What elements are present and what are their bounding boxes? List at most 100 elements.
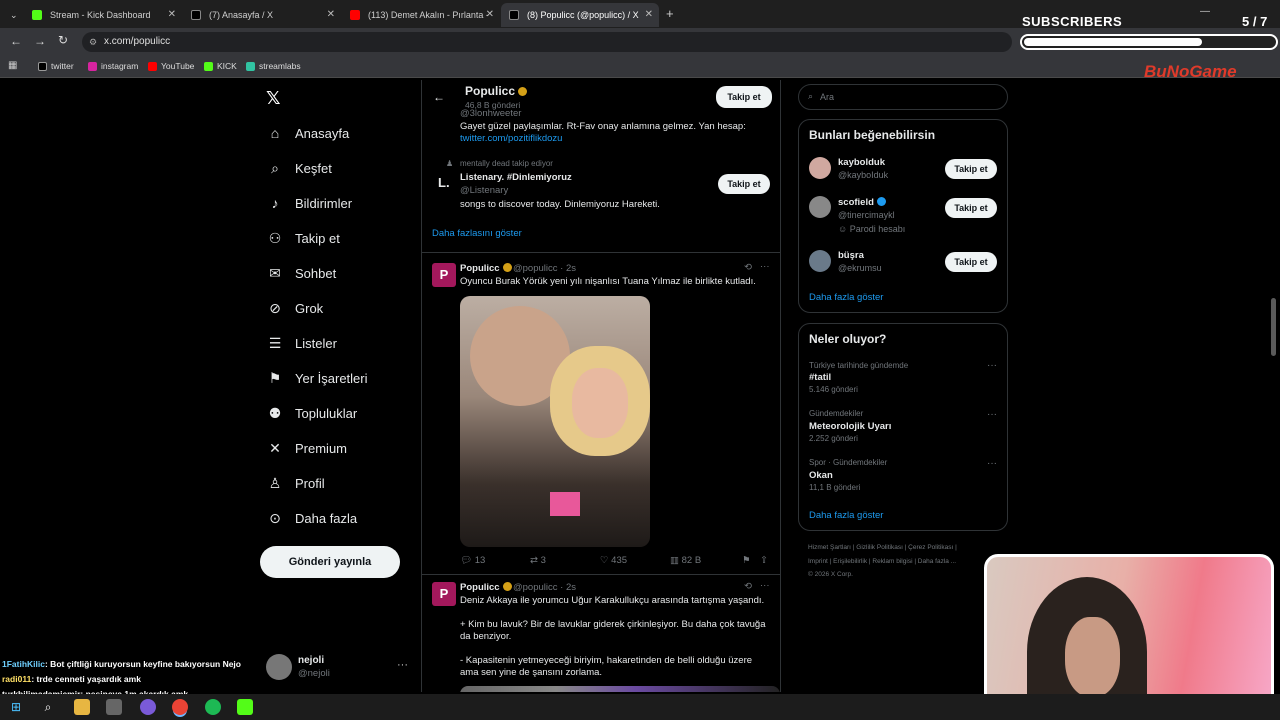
more-icon[interactable]: ··· (987, 360, 997, 371)
suggest-name[interactable]: kaybolduk (838, 157, 885, 168)
suggest-name[interactable]: scofield (838, 197, 886, 208)
bell-icon: ♪ (271, 195, 279, 211)
bookmark-twitter[interactable]: twitter (38, 61, 74, 71)
new-tab-button[interactable]: + (666, 6, 674, 21)
tab-search-button[interactable]: ⌄ (2, 3, 24, 27)
spotify-icon[interactable] (205, 699, 221, 715)
reply-button[interactable]: 💬︎ 13 (460, 555, 485, 566)
more-icon[interactable]: ··· (987, 409, 997, 420)
avatar[interactable] (809, 157, 831, 179)
footer-links[interactable]: Imprint | Erişilebilirlik | Reklam bilgi… (808, 558, 956, 565)
file-explorer-icon[interactable] (74, 699, 90, 715)
sidebar-item-messages[interactable]: ✉ Sohbet (266, 259, 336, 287)
sidebar-item-lists[interactable]: ☰ Listeler (266, 329, 337, 357)
sidebar-item-home[interactable]: ⌂ Anasayfa (266, 119, 349, 147)
retweet-button[interactable]: ⇄ 3 (530, 555, 546, 566)
tab-anasayfa-x[interactable]: (7) Anasayfa / X ✕ (183, 3, 341, 27)
sidebar-item-bookmarks[interactable]: ⚑ Yer İşaretleri (266, 364, 368, 392)
show-more-link[interactable]: Daha fazlasını göster (432, 228, 522, 239)
sidebar-item-notifications[interactable]: ♪ Bildirimler (266, 189, 353, 217)
more-icon[interactable]: ··· (760, 580, 770, 591)
bookmarks-bar: ▦ twitter instagram YouTube KICK streaml… (0, 56, 1280, 78)
site-info-icon[interactable]: ⚙ (89, 32, 97, 52)
prev-suggestion-link[interactable]: twitter.com/pozitiflikdozu (460, 133, 562, 144)
follow-button[interactable]: Takip et (945, 159, 997, 179)
windows-start-icon[interactable]: ⊞ (8, 699, 24, 715)
forward-icon[interactable]: → (34, 34, 46, 48)
tweet-media-preview[interactable] (460, 686, 780, 692)
back-arrow-icon[interactable]: ← (433, 90, 445, 104)
bookmark-instagram[interactable]: instagram (88, 61, 138, 71)
trend-name[interactable]: Okan (809, 470, 833, 481)
share-icon[interactable]: ⇪ (760, 555, 768, 566)
tab-youtube[interactable]: (113) Demet Akalın - Pırlanta - ✕ (342, 3, 500, 27)
sidebar-item-profile[interactable]: ♙ Profil (266, 469, 325, 497)
populicc-avatar[interactable]: P (432, 263, 456, 287)
tweet-handle: @populicc · 2s (513, 582, 576, 593)
listenary-avatar[interactable]: L. (438, 175, 450, 190)
suggestion-name[interactable]: Listenary. #Dinlemiyoruz (460, 172, 572, 183)
suggest-name[interactable]: büşra (838, 250, 864, 261)
suggest-handle: @kayboIduk (838, 170, 889, 180)
minimize-button[interactable]: — (1200, 6, 1210, 17)
bookmark-icon[interactable]: ⚑ (742, 555, 751, 566)
grok-icon[interactable]: ⟲ (744, 581, 752, 592)
account-menu-icon[interactable]: ··· (397, 659, 408, 671)
search-icon[interactable]: ⌕ (40, 699, 56, 715)
discord-icon[interactable] (140, 699, 156, 715)
sidebar-item-more[interactable]: ⊙ Daha fazla (266, 504, 357, 532)
like-button[interactable]: ♡ 435 (600, 555, 627, 566)
close-icon[interactable]: ✕ (645, 9, 653, 20)
footer-links[interactable]: Hizmet Şartları | Gizlilik Politikası | … (808, 544, 957, 551)
follow-button[interactable]: Takip et (945, 252, 997, 272)
tab-kick-dashboard[interactable]: Stream - Kick Dashboard ✕ (24, 3, 182, 27)
tab-populicc[interactable]: (8) Populicc (@populicc) / X ✕ (501, 3, 659, 27)
more-icon[interactable]: ··· (987, 458, 997, 469)
kick-icon[interactable] (237, 699, 253, 715)
chat-user: 1FatihKilic (2, 659, 45, 669)
search-input[interactable]: ⌕ Ara (798, 84, 1008, 110)
populicc-avatar[interactable]: P (432, 582, 456, 606)
post-button[interactable]: Gönderi yayınla (260, 546, 400, 578)
apps-grid-icon[interactable]: ▦ (8, 60, 17, 71)
bookmark-youtube[interactable]: YouTube (148, 61, 194, 71)
account-avatar[interactable] (266, 654, 292, 680)
grok-icon[interactable]: ⟲ (744, 262, 752, 273)
close-icon[interactable]: ✕ (168, 9, 176, 20)
trend-name[interactable]: Meteorolojik Uyarı (809, 421, 891, 432)
youtube-icon (148, 61, 157, 71)
bookmark-streamlabs[interactable]: streamlabs (246, 61, 301, 71)
trend-name[interactable]: #tatil (809, 372, 831, 383)
profile-follow-button[interactable]: Takip et (716, 86, 772, 108)
page-scrollbar[interactable] (1271, 298, 1276, 356)
views-button[interactable]: ▥ 82 B (670, 555, 701, 566)
app-icon[interactable] (106, 699, 122, 715)
mask-icon: ☺ (838, 224, 850, 234)
show-more-link[interactable]: Daha fazla göster (809, 510, 883, 521)
back-icon[interactable]: ← (10, 34, 22, 48)
bookmark-kick[interactable]: KICK (204, 61, 237, 71)
channel-watermark: BuNoGame (1144, 62, 1237, 81)
sidebar-item-communities[interactable]: ⚉ Topluluklar (266, 399, 357, 427)
suggestion-follow-button[interactable]: Takip et (718, 174, 770, 194)
sidebar-item-follow[interactable]: ⚇ Takip et (266, 224, 340, 252)
avatar[interactable] (809, 196, 831, 218)
show-more-link[interactable]: Daha fazla göster (809, 292, 883, 303)
verified-gold-icon (502, 263, 512, 272)
tweet-photo[interactable] (460, 296, 650, 547)
close-icon[interactable]: ✕ (486, 9, 494, 20)
taskbar: ⊞ ⌕ (0, 694, 1280, 720)
sidebar-item-premium[interactable]: ✕ Premium (266, 434, 347, 462)
bookmark-icon: ⚑ (268, 369, 282, 386)
close-icon[interactable]: ✕ (327, 9, 335, 20)
chrome-icon[interactable] (172, 699, 188, 715)
url-field[interactable]: ⚙ x.com/populicc (82, 32, 1012, 52)
sidebar-item-grok[interactable]: ⊘ Grok (266, 294, 323, 322)
follow-button[interactable]: Takip et (945, 198, 997, 218)
sidebar-item-explore[interactable]: ⌕ Keşfet (266, 154, 332, 182)
more-icon[interactable]: ··· (760, 261, 770, 272)
account-name: nejoli (298, 655, 325, 666)
reload-icon[interactable]: ↻ (58, 33, 68, 47)
avatar[interactable] (809, 250, 831, 272)
x-logo-icon[interactable]: 𝕏 (266, 88, 281, 109)
